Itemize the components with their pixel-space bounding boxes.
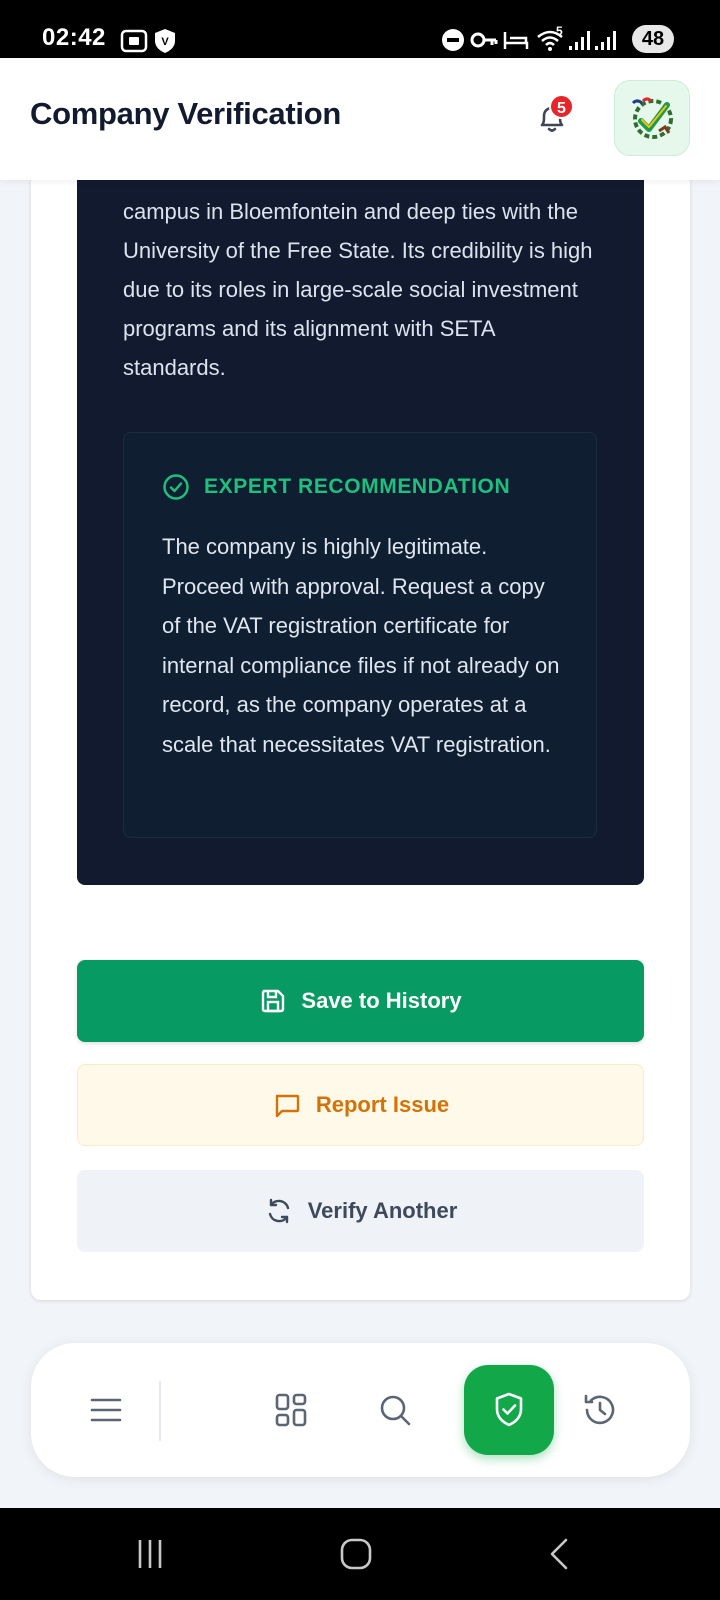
nav-verify-active[interactable] [464, 1365, 554, 1455]
logo-icon [631, 97, 673, 139]
menu-icon[interactable] [84, 1388, 128, 1432]
expert-recommendation-box: EXPERT RECOMMENDATION The company is hig… [123, 432, 597, 838]
verify-button-label: Verify Another [307, 1198, 458, 1223]
signal-icon-2 [595, 31, 616, 50]
message-square-icon [275, 1094, 300, 1118]
expert-recommendation-header: EXPERT RECOMMENDATION [162, 473, 510, 501]
save-icon [262, 989, 285, 1013]
signal-icon [569, 31, 590, 50]
analysis-text: campus in Bloemfontein and deep ties wit… [123, 199, 593, 380]
dashboard-icon[interactable] [269, 1388, 313, 1432]
screenshot-icon [120, 29, 148, 53]
app-logo[interactable] [614, 80, 690, 156]
history-icon[interactable] [578, 1388, 622, 1432]
page-title: Company Verification [30, 96, 341, 131]
nav-divider [159, 1381, 161, 1441]
status-bar: 02:42 V 5 48 [0, 0, 720, 58]
shield-check-icon [495, 1392, 523, 1427]
system-navigation-bar [0, 1508, 720, 1600]
verify-another-button[interactable]: Verify Another [77, 1170, 644, 1252]
app-header: Company Verification 5 [0, 58, 720, 180]
save-to-history-button[interactable]: Save to History [77, 960, 644, 1042]
bottom-navigation [31, 1343, 690, 1477]
check-circle-icon [163, 474, 189, 500]
home-icon[interactable] [336, 1536, 376, 1572]
search-icon[interactable] [373, 1388, 417, 1432]
vpn-shield-icon: V [155, 29, 175, 53]
report-issue-button[interactable]: Report Issue [77, 1064, 644, 1146]
battery-indicator: 48 [632, 25, 674, 53]
wifi-label: 5 [556, 24, 563, 38]
dnd-icon [442, 29, 464, 51]
expert-recommendation-title: EXPERT RECOMMENDATION [204, 475, 511, 498]
refresh-icon [268, 1198, 289, 1224]
key-icon [470, 32, 498, 48]
svg-text:V: V [161, 36, 169, 48]
status-time: 02:42 [42, 24, 106, 51]
recent-apps-icon[interactable] [130, 1536, 170, 1572]
expert-recommendation-text: The company is highly legitimate. Procee… [162, 534, 560, 757]
bed-icon [503, 32, 529, 49]
wifi-icon [537, 30, 563, 51]
notification-badge: 5 [549, 94, 574, 119]
save-button-label: Save to History [301, 988, 462, 1013]
back-icon[interactable] [540, 1536, 580, 1572]
report-button-label: Report Issue [315, 1092, 450, 1117]
